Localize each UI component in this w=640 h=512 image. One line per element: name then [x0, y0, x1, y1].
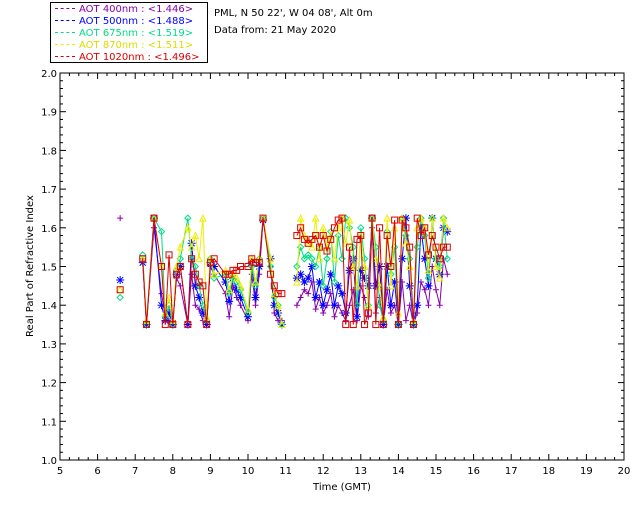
data-point: [360, 274, 369, 283]
data-point: [386, 301, 395, 310]
data-point: [319, 301, 328, 310]
x-tick-label: 12: [317, 466, 330, 477]
y-tick-label: 1.7: [41, 185, 57, 196]
data-point: [116, 285, 124, 294]
y-tick-label: 1.8: [41, 146, 57, 157]
legend-label-870nm: AOT 870nm : <1.511>: [79, 40, 194, 51]
x-tick-label: 19: [580, 466, 593, 477]
data-point: [425, 302, 432, 309]
x-tick-label: 11: [279, 466, 292, 477]
x-tick-label: 16: [467, 466, 480, 477]
y-axis-label: Real Part of Refractive Index: [25, 195, 36, 337]
y-tick-label: 1.9: [41, 108, 57, 119]
legend-item-400nm: AOT 400nm : <1.446>: [55, 4, 193, 16]
legend-swatch-870nm: [55, 44, 75, 46]
data-point: [436, 302, 443, 309]
plot-frame: [59, 72, 625, 461]
x-tick-label: 5: [57, 466, 63, 477]
data-point: [322, 285, 331, 294]
data-point: [398, 254, 407, 263]
y-tick-label: 2.0: [41, 69, 57, 80]
data-point: [320, 309, 327, 316]
refractive-index-chart: 5 6 7 8 9 10 11 12 13 14 15 16 17 18 19 20 1.0 1.1 1.2 1.3 1…: [25, 69, 631, 493]
data-point: [387, 309, 394, 316]
data-point: [251, 293, 260, 302]
data-point: [331, 313, 338, 320]
x-tick-label: 7: [132, 466, 138, 477]
data-point: [433, 286, 439, 293]
legend-swatch-1020nm: [55, 56, 75, 58]
legend-item-1020nm: AOT 1020nm : <1.496>: [55, 52, 199, 64]
x-tick-label: 9: [207, 466, 213, 477]
data-point: [226, 313, 233, 320]
data-point: [346, 302, 353, 309]
data-point: [297, 294, 304, 301]
y-tick-label: 1.4: [41, 301, 57, 312]
x-tick-label: 10: [242, 466, 255, 477]
data-point: [274, 308, 283, 317]
y-tick-label: 1.1: [41, 417, 57, 428]
data-point: [312, 306, 319, 313]
data-point: [293, 302, 300, 309]
y-tick-label: 1.2: [41, 379, 57, 390]
data-point: [364, 281, 373, 290]
site-info: PML, N 50 22', W 04 08', Alt 0m: [214, 8, 373, 19]
data-point: [244, 312, 252, 321]
legend-label-675nm: AOT 675nm : <1.519>: [79, 28, 194, 39]
data-point: [334, 281, 343, 290]
x-tick-label: 13: [354, 466, 367, 477]
x-tick-label: 6: [94, 466, 100, 477]
y-tick-label: 1.6: [41, 224, 57, 235]
data-point: [444, 271, 451, 278]
legend: AOT 400nm : <1.446> AOT 500nm : <1.488> …: [50, 2, 208, 63]
x-tick-label: 20: [618, 466, 631, 477]
x-tick-label: 15: [430, 466, 443, 477]
x-tick-label: 17: [505, 466, 518, 477]
legend-swatch-400nm: [55, 8, 75, 10]
date-info: Data from: 21 May 2020: [214, 25, 337, 36]
legend-swatch-675nm: [55, 32, 75, 34]
data-point: [116, 293, 124, 302]
legend-label-1020nm: AOT 1020nm : <1.496>: [79, 52, 200, 63]
legend-item-500nm: AOT 500nm : <1.488>: [55, 16, 193, 28]
data-point: [116, 276, 125, 285]
data-point: [402, 317, 409, 324]
data-point: [345, 266, 354, 275]
data-point: [225, 297, 234, 306]
legend-item-870nm: AOT 870nm : <1.511>: [55, 40, 193, 52]
data-point: [330, 301, 339, 310]
x-axis-label: Time (GMT): [312, 482, 371, 493]
data-point: [117, 215, 124, 222]
data-point: [405, 281, 414, 290]
y-tick-label: 1.3: [41, 340, 57, 351]
legend-label-500nm: AOT 500nm : <1.488>: [79, 16, 194, 27]
data-point: [311, 293, 320, 302]
y-tick-label: 1.5: [41, 263, 57, 274]
data-point: [252, 302, 259, 309]
legend-swatch-500nm: [55, 20, 75, 22]
data-point: [304, 274, 313, 283]
data-point: [361, 294, 368, 301]
data-point: [424, 281, 433, 290]
legend-label-400nm: AOT 400nm : <1.446>: [79, 4, 194, 15]
y-tick-label: 1.0: [41, 456, 57, 467]
legend-item-675nm: AOT 675nm : <1.519>: [55, 28, 193, 40]
x-tick-label: 18: [542, 466, 555, 477]
x-tick-label: 14: [392, 466, 405, 477]
x-tick-label: 8: [170, 466, 176, 477]
